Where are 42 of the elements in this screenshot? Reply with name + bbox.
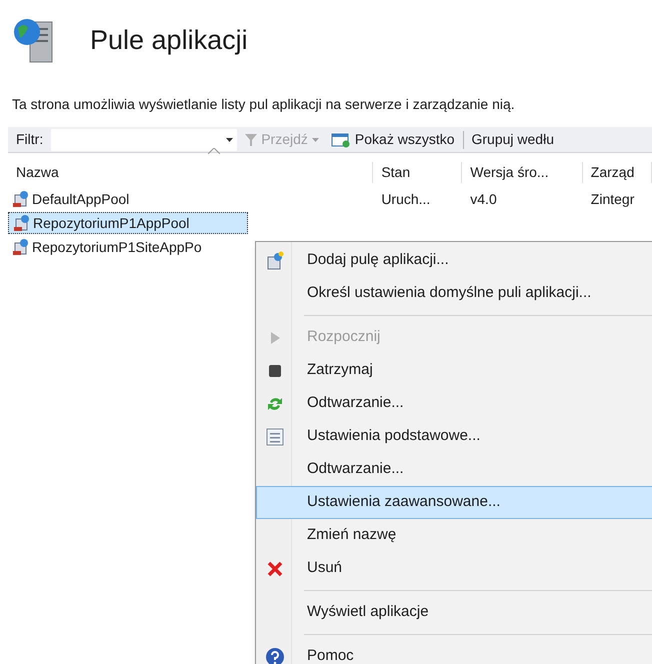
stop-icon [268, 364, 282, 378]
table-cell-text: Zintegr [590, 190, 636, 209]
menu-item[interactable]: Usuń [256, 552, 652, 585]
page-title: Pule aplikacji [90, 26, 248, 54]
document-icon [265, 426, 285, 446]
pool-name: RepozytoriumP1AppPool [33, 214, 190, 233]
table-cell-text: v4.0 [469, 190, 498, 208]
column-header[interactable]: Stan [373, 162, 462, 183]
refresh-list-icon [330, 132, 351, 148]
show-all-button[interactable]: Pokaż wszystko [326, 129, 458, 150]
menu-item[interactable]: Pomoc [256, 640, 652, 664]
pool-name: DefaultAppPool [32, 190, 130, 209]
menu-item[interactable]: Dodaj pulę aplikacji... [256, 244, 652, 277]
table-row[interactable]: RepozytoriumP1AppPool [8, 212, 248, 234]
help-icon [265, 646, 285, 664]
menu-item[interactable]: Ustawienia podstawowe... [256, 420, 652, 453]
filter-field[interactable] [51, 128, 238, 150]
menu-item[interactable]: Ustawienia zaawansowane... [256, 486, 652, 519]
filter-label: Filtr: [15, 130, 44, 149]
column-header[interactable]: Wersja śro... [462, 162, 583, 183]
group-by-button[interactable]: Grupuj wedłu [468, 129, 558, 150]
app-pool-icon [12, 238, 30, 256]
pool-name: RepozytoriumP1SiteAppPo [32, 238, 202, 257]
menu-item[interactable]: Zatrzymaj [256, 354, 652, 387]
column-header[interactable]: Nazwa [8, 162, 374, 183]
app-pool-icon [13, 214, 31, 232]
dropdown-caret-icon [312, 138, 319, 142]
dropdown-caret-icon [226, 138, 234, 142]
delete-icon [267, 560, 283, 576]
table-row[interactable]: DefaultAppPool [8, 188, 374, 210]
page-description: Ta strona umożliwia wyświetlanie listy pul aplikacji na serwerze i zarządzanie nią. [11, 95, 516, 114]
filter-icon [245, 132, 258, 146]
menu-item[interactable]: Zmień nazwę [256, 519, 652, 552]
menu-item[interactable]: Odtwarzanie... [256, 453, 652, 486]
app-pool-add-icon [265, 250, 285, 270]
table-cell-text: Uruch... [380, 190, 432, 208]
column-header[interactable]: Zarząd [582, 162, 652, 183]
app-pool-icon [12, 190, 30, 208]
menu-item[interactable]: Wyświetl aplikacje [256, 596, 652, 629]
menu-item[interactable]: Odtwarzanie... [256, 387, 652, 420]
menu-item[interactable]: Określ ustawienia domyślne puli aplikacji... [256, 277, 652, 310]
play-icon [269, 330, 281, 344]
